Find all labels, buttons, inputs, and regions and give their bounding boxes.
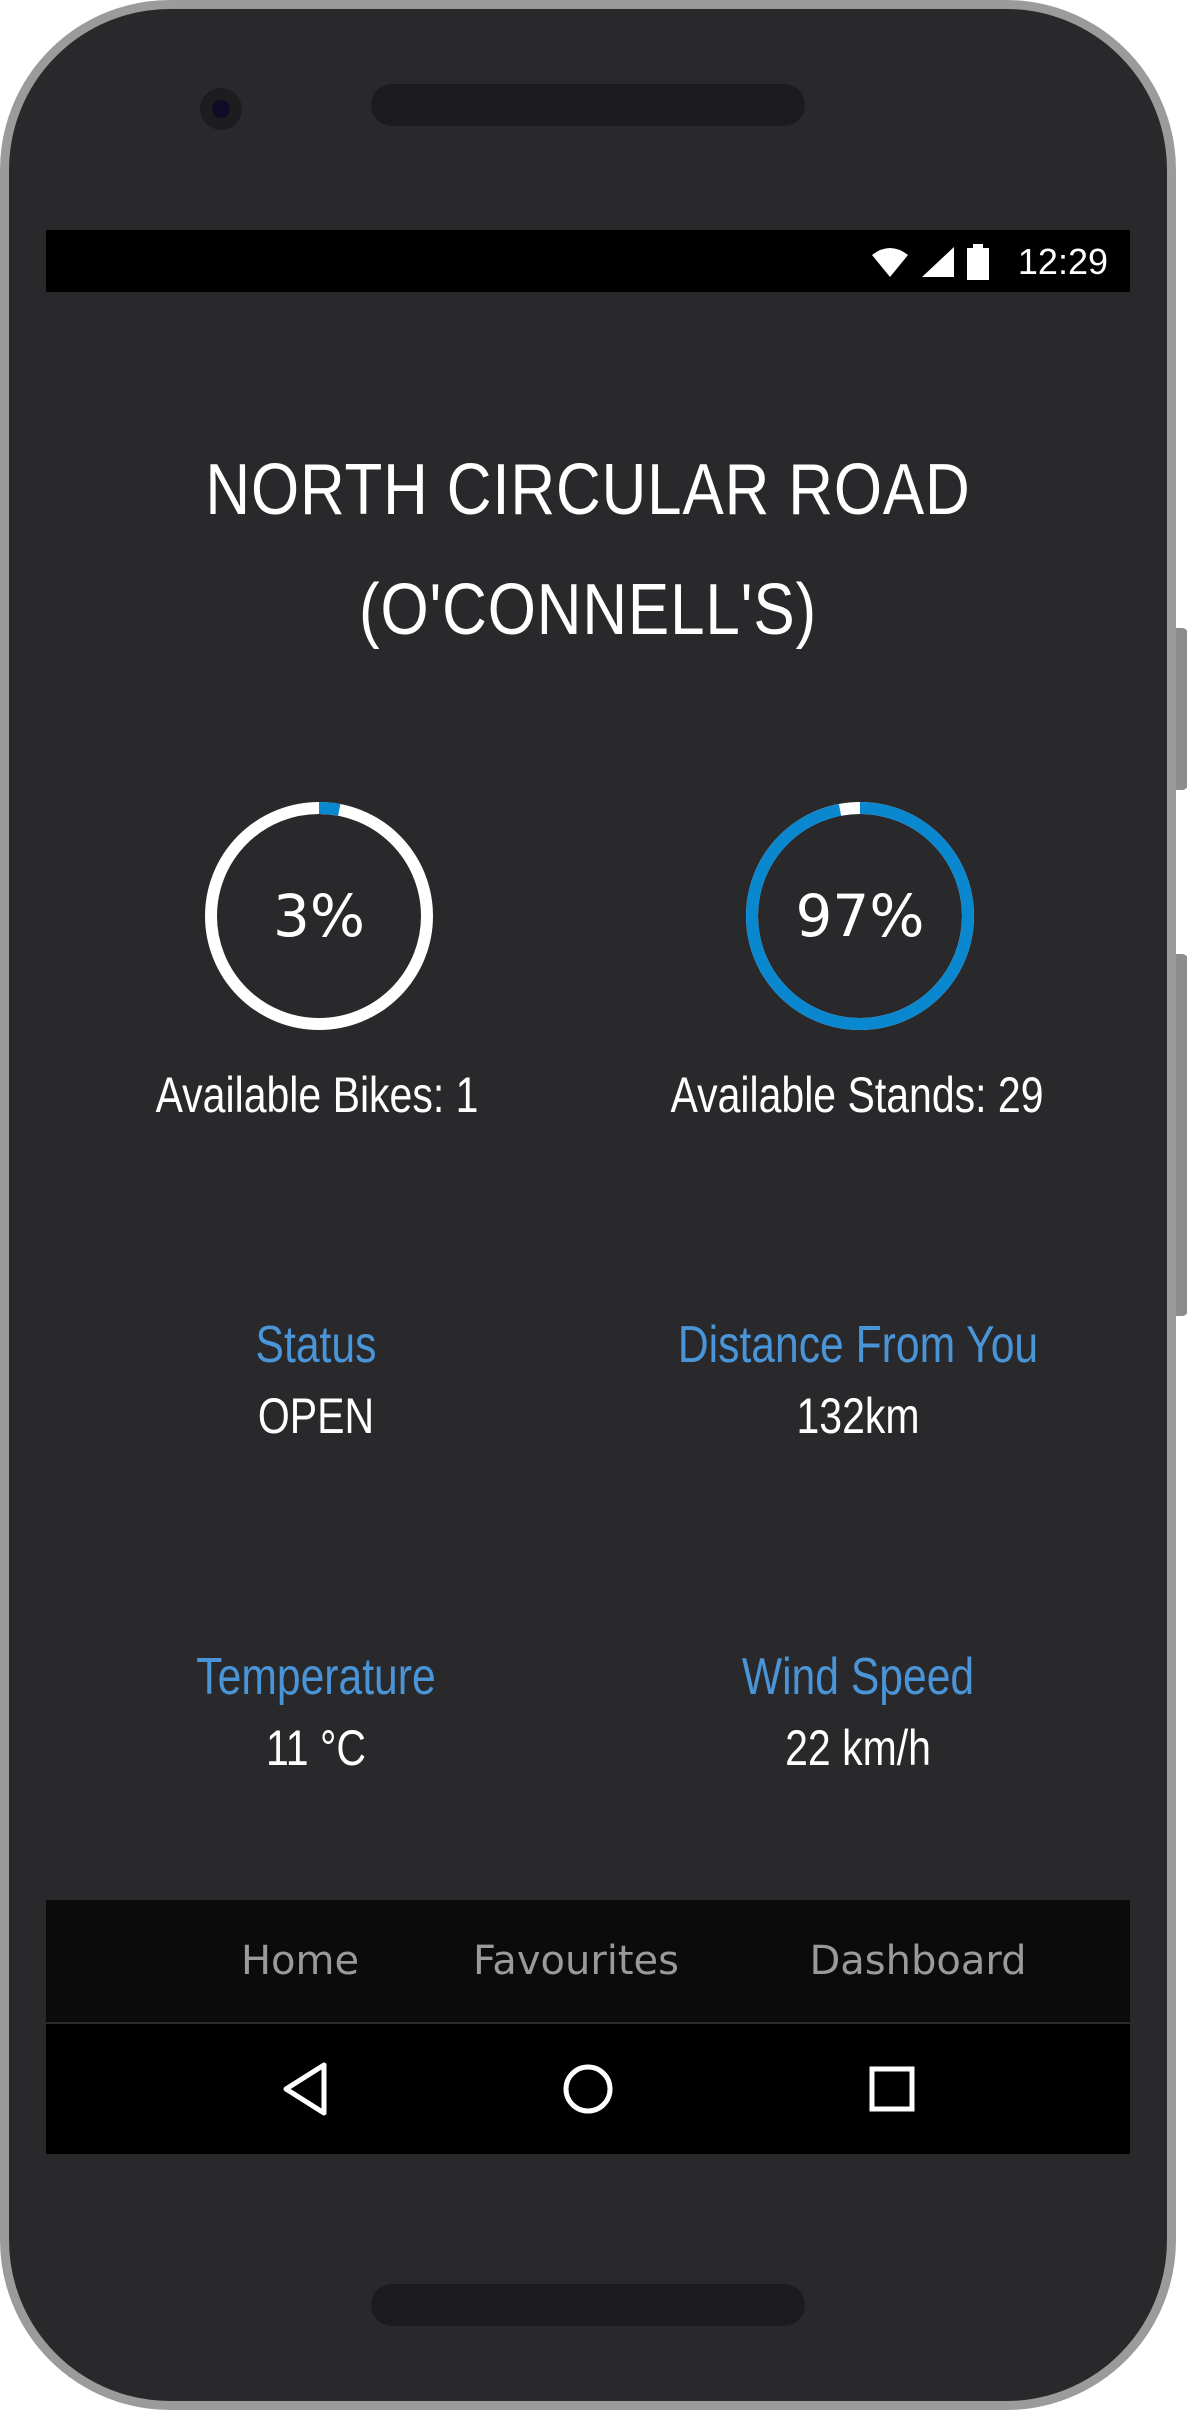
back-icon[interactable] xyxy=(266,2049,346,2129)
bottom-speaker xyxy=(371,2284,805,2326)
phone-volume-button xyxy=(1176,954,1187,1316)
bottom-tab-bar: Home Favourites Dashboard xyxy=(46,1900,1130,2022)
status-value: OPEN xyxy=(257,1388,375,1444)
station-name-line1: NORTH CIRCULAR ROAD xyxy=(205,450,971,530)
tab-dashboard[interactable]: Dashboard xyxy=(748,1900,1088,2022)
stands-gauge: 97% xyxy=(742,798,978,1034)
signal-icon xyxy=(922,247,954,277)
station-name: NORTH CIRCULAR ROAD (O'CONNELL'S) xyxy=(122,430,1054,670)
screen: 12:29 NORTH CIRCULAR ROAD (O'CONNELL'S) … xyxy=(46,230,1130,2154)
temperature-value: 11 °C xyxy=(266,1720,366,1776)
available-stands-label: Available Stands: 29 xyxy=(670,1067,1044,1123)
available-bikes-label: Available Bikes: 1 xyxy=(155,1067,479,1123)
bikes-gauge: 3% xyxy=(201,798,437,1034)
wind-speed-label: Wind Speed xyxy=(741,1648,975,1706)
bikes-percent: 3% xyxy=(272,882,365,950)
wifi-icon xyxy=(872,248,908,277)
wind-speed-value: 22 km/h xyxy=(785,1720,931,1776)
phone-side-button xyxy=(1176,628,1187,790)
clock: 12:29 xyxy=(1017,241,1108,282)
status-bar: 12:29 xyxy=(46,230,1130,292)
battery-icon xyxy=(967,244,989,280)
distance-label: Distance From You xyxy=(677,1316,1039,1374)
system-nav-bar xyxy=(46,2024,1130,2154)
home-icon[interactable] xyxy=(548,2049,628,2129)
front-camera xyxy=(200,88,242,130)
wind-speed-info: Wind Speed 22 km/h xyxy=(637,1642,1080,1784)
temperature-info: Temperature 11 °C xyxy=(95,1642,538,1784)
stands-percent: 97% xyxy=(795,882,925,950)
status-label: Status xyxy=(255,1316,377,1374)
status-info: Status OPEN xyxy=(95,1310,538,1452)
distance-value: 132km xyxy=(796,1388,920,1444)
recents-icon[interactable] xyxy=(852,2049,932,2129)
station-name-line2: (O'CONNELL'S) xyxy=(358,570,818,650)
distance-info: Distance From You 132km xyxy=(637,1310,1080,1452)
earpiece-speaker xyxy=(371,84,805,126)
temperature-label: Temperature xyxy=(196,1648,436,1706)
tab-favourites[interactable]: Favourites xyxy=(406,1900,746,2022)
